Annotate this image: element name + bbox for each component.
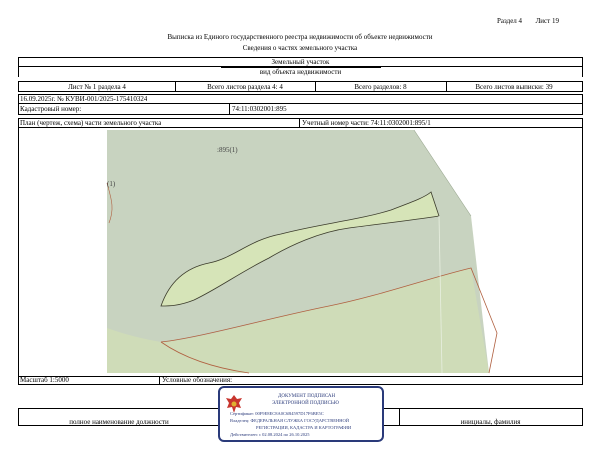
plan-map: :895(1) (1) xyxy=(106,129,498,374)
total-sheets: Всего листов выписки: 39 xyxy=(475,83,553,91)
stamp-validity: Действителен: с 02.08.2024 по 26.10.2025 xyxy=(230,432,310,437)
object-type: Земельный участок xyxy=(271,58,330,66)
object-type-box: Земельный участок xyxy=(18,57,583,67)
scale-row: Масштаб 1:5000 Условные обозначения: xyxy=(18,376,583,385)
stamp-line2: ЭЛЕКТРОННОЙ ПОДПИСЬЮ xyxy=(272,401,339,406)
stamp-owner2: РЕГИСТРАЦИИ, КАДАСТРА И КАРТОГРАФИИ xyxy=(256,425,352,430)
position-caption: полное наименование должности xyxy=(69,418,169,426)
plan-label: План (чертеж, схема) части земельного уч… xyxy=(20,119,162,127)
stamp-owner: Владелец: ФЕДЕРАЛЬНАЯ СЛУЖБА ГОСУДАРСТВЕ… xyxy=(230,418,350,423)
document-subtitle: Сведения о частях земельного участка xyxy=(242,44,358,52)
stamp-certificate: Сертификат: 00F9E8EC8A0C6B4597D17F6BE5C xyxy=(230,411,324,416)
sheet-info-row: Лист № 1 раздела 4 Всего листов раздела … xyxy=(18,81,583,92)
sheet-number: Лист № 1 раздела 4 xyxy=(68,83,126,91)
object-type-caption-row: вид объекта недвижимости xyxy=(18,67,583,77)
date-number: 16.09.2025г. № КУВИ-001/2025-175410324 xyxy=(20,95,148,103)
cadastral-value: 74:11:0302001:895 xyxy=(232,105,287,113)
plan-map-frame: :895(1) (1) xyxy=(18,128,583,376)
total-sections: Всего разделов: 8 xyxy=(354,83,407,91)
date-number-row: 16.09.2025г. № КУВИ-001/2025-175410324 xyxy=(18,94,583,104)
legend-label: Условные обозначения: xyxy=(162,376,233,384)
name-caption: инициалы, фамилия xyxy=(460,418,521,426)
scale-label: Масштаб 1:5000 xyxy=(20,376,69,384)
object-type-caption: вид объекта недвижимости xyxy=(220,67,381,77)
electronic-signature-stamp: ДОКУМЕНТ ПОДПИСАН ЭЛЕКТРОННОЙ ПОДПИСЬЮ С… xyxy=(218,386,384,442)
header-section-sheet: Раздел 4 Лист 19 xyxy=(497,17,559,25)
sheet-label: Лист 19 xyxy=(535,17,559,25)
cadastral-row: Кадастровый номер: 74:11:0302001:895 xyxy=(18,104,583,115)
parcel-label: :895(1) xyxy=(217,146,238,154)
document-title: Выписка из Единого государственного реес… xyxy=(167,33,433,41)
cadastral-label: Кадастровый номер: xyxy=(20,105,82,113)
left-label: (1) xyxy=(107,180,116,188)
section-label: Раздел 4 xyxy=(497,17,523,25)
accounting-number: Учетный номер части: 74:11:0302001:895/1 xyxy=(302,119,431,127)
plan-header-row: План (чертеж, схема) части земельного уч… xyxy=(18,118,583,128)
sheets-in-section: Всего листов раздела 4: 4 xyxy=(207,83,283,91)
stamp-line1: ДОКУМЕНТ ПОДПИСАН xyxy=(278,394,336,399)
